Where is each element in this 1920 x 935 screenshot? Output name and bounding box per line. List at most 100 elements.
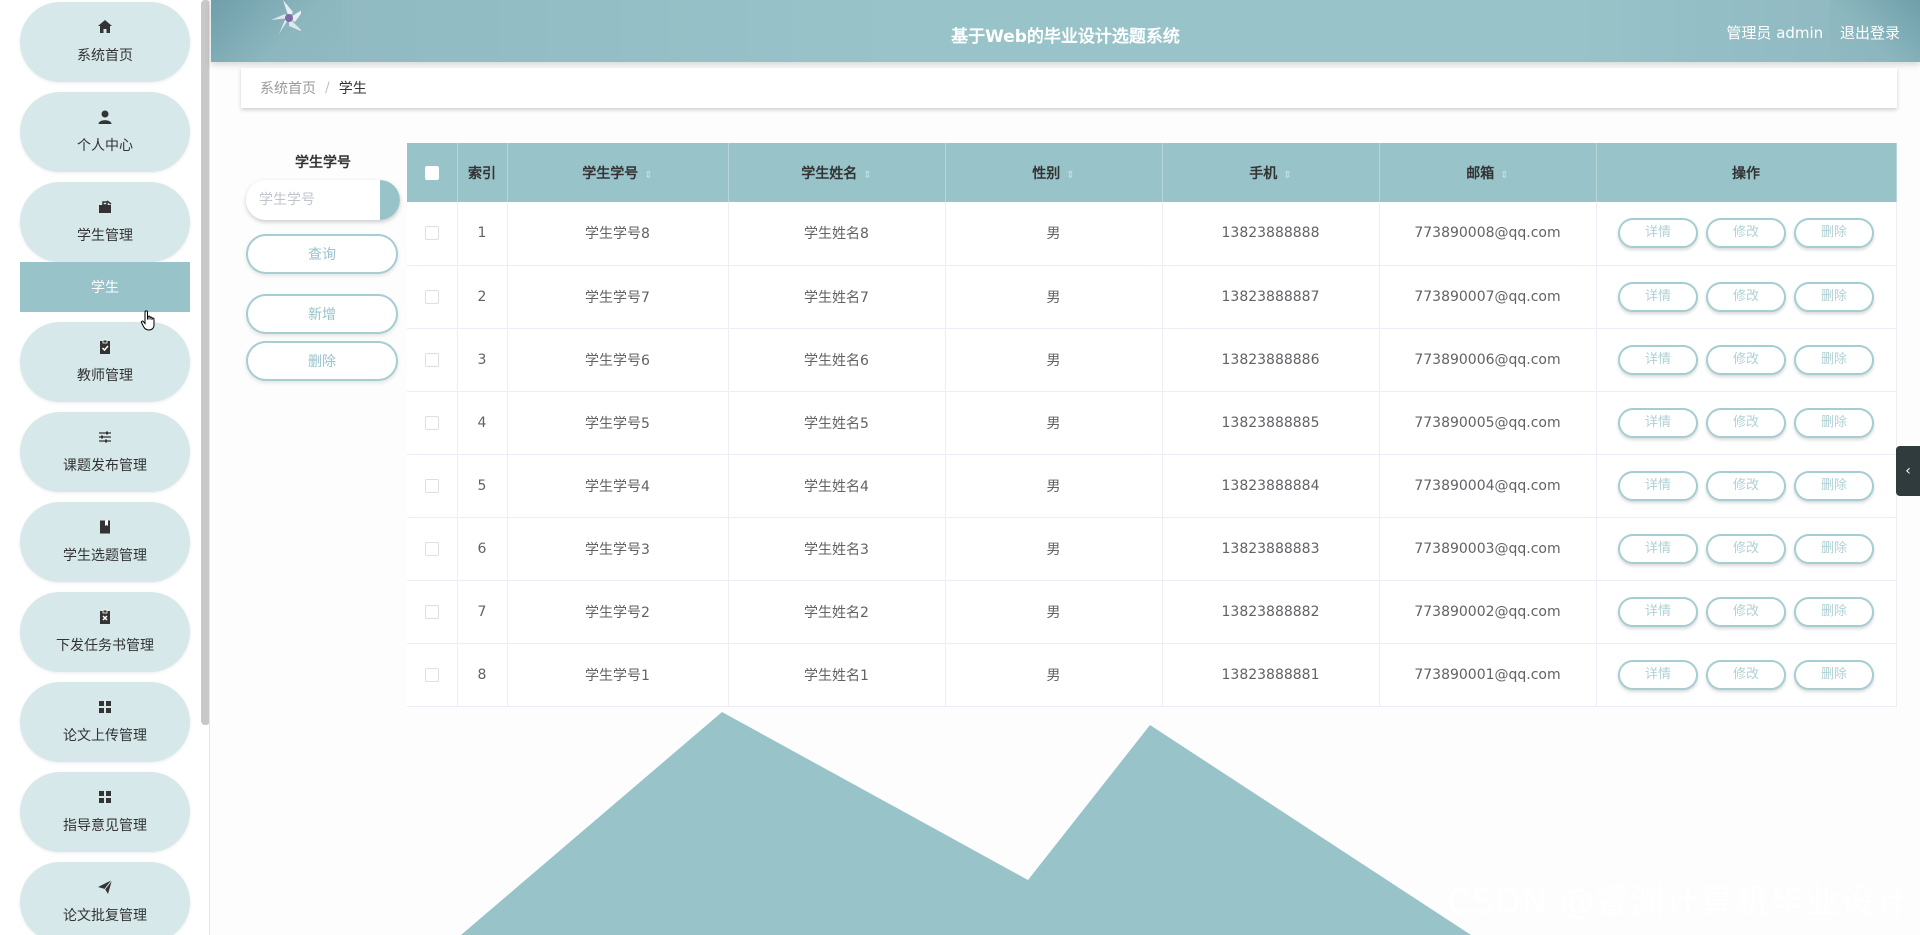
- table-row[interactable]: 8 学生学号1 学生姓名1 男 13823888881 773890001@qq.com 详…: [407, 643, 1897, 707]
- edit-button[interactable]: 修改: [1706, 281, 1786, 312]
- row-select-cell: [407, 328, 458, 392]
- detail-button[interactable]: 详情: [1618, 533, 1698, 564]
- sidebar-item-profile[interactable]: 个人中心: [20, 92, 190, 172]
- delete-button[interactable]: 删除: [1794, 659, 1874, 690]
- edit-button[interactable]: 修改: [1706, 533, 1786, 564]
- cell-student-no: 学生学号5: [507, 391, 729, 455]
- add-button[interactable]: 新增: [246, 294, 398, 334]
- table-row[interactable]: 3 学生学号6 学生姓名6 男 13823888886 773890006@qq.com 详…: [407, 328, 1897, 392]
- sidebar-item-student-management[interactable]: 学生管理: [20, 182, 190, 262]
- cell-actions: 详情 修改 删除: [1596, 454, 1897, 518]
- sort-icon[interactable]: ⇕: [1066, 170, 1074, 181]
- sort-icon[interactable]: ⇕: [1500, 170, 1508, 181]
- sort-icon[interactable]: ⇕: [1283, 170, 1291, 181]
- column-header-name[interactable]: 学生姓名 ⇕: [728, 143, 946, 202]
- delete-button[interactable]: 删除: [1794, 344, 1874, 375]
- sidebar-item-home[interactable]: 系统首页: [20, 2, 190, 82]
- sidebar-item-label: 下发任务书管理: [56, 638, 154, 654]
- cell-gender: 男: [945, 202, 1163, 266]
- row-checkbox[interactable]: [424, 415, 439, 430]
- delete-button[interactable]: 删除: [1794, 218, 1874, 249]
- sort-icon[interactable]: ⇕: [644, 170, 652, 181]
- search-input[interactable]: [246, 180, 380, 220]
- cell-index: 5: [457, 454, 508, 518]
- column-header-gender[interactable]: 性别 ⇕: [945, 143, 1163, 202]
- batch-delete-button[interactable]: 删除: [246, 341, 398, 381]
- query-button[interactable]: 查询: [246, 234, 398, 274]
- sort-icon[interactable]: ⇕: [863, 170, 871, 181]
- top-header: 基于Web的毕业设计选题系统 管理员 admin 退出登录: [211, 0, 1920, 62]
- column-header-email[interactable]: 邮箱 ⇕: [1379, 143, 1597, 202]
- breadcrumb: 系统首页 / 学生: [241, 68, 1897, 108]
- edit-button[interactable]: 修改: [1706, 218, 1786, 249]
- sidebar-scrollbar[interactable]: [201, 0, 209, 725]
- row-select-cell: [407, 517, 458, 581]
- sidebar-item-thesis-upload[interactable]: 论文上传管理: [20, 682, 190, 762]
- cell-phone: 13823888881: [1162, 643, 1380, 707]
- cell-gender: 男: [945, 328, 1163, 392]
- table-row[interactable]: 1 学生学号8 学生姓名8 男 13823888888 773890008@qq.com 详…: [407, 202, 1897, 266]
- edit-button[interactable]: 修改: [1706, 470, 1786, 501]
- cell-email: 773890004@qq.com: [1379, 454, 1597, 518]
- row-checkbox[interactable]: [424, 604, 439, 619]
- cell-email: 773890002@qq.com: [1379, 580, 1597, 644]
- collapse-toggle[interactable]: ‹: [1896, 446, 1920, 496]
- delete-button[interactable]: 删除: [1794, 407, 1874, 438]
- briefcase-icon: [99, 200, 112, 213]
- table-row[interactable]: 4 学生学号5 学生姓名5 男 13823888885 773890005@qq.com 详…: [407, 391, 1897, 455]
- detail-button[interactable]: 详情: [1618, 344, 1698, 375]
- breadcrumb-home[interactable]: 系统首页: [260, 78, 316, 98]
- detail-button[interactable]: 详情: [1618, 659, 1698, 690]
- cell-student-no: 学生学号7: [507, 265, 729, 329]
- delete-button[interactable]: 删除: [1794, 281, 1874, 312]
- cell-student-no: 学生学号8: [507, 202, 729, 266]
- delete-button[interactable]: 删除: [1794, 596, 1874, 627]
- sidebar-item-label: 学生管理: [77, 228, 133, 244]
- sidebar-item-thesis-reply[interactable]: 论文批复管理: [20, 862, 190, 935]
- row-checkbox[interactable]: [424, 478, 439, 493]
- edit-button[interactable]: 修改: [1706, 344, 1786, 375]
- detail-button[interactable]: 详情: [1618, 470, 1698, 501]
- row-checkbox[interactable]: [424, 541, 439, 556]
- sidebar-item-guidance[interactable]: 指导意见管理: [20, 772, 190, 852]
- column-header-student-no[interactable]: 学生学号 ⇕: [507, 143, 729, 202]
- delete-button[interactable]: 删除: [1794, 470, 1874, 501]
- cell-index: 1: [457, 202, 508, 266]
- cell-actions: 详情 修改 删除: [1596, 328, 1897, 392]
- sidebar-menu: 系统首页 个人中心 学生管理 学生 教师管理 课题发布管理 学生选题管理 下发任…: [20, 2, 190, 935]
- table-row[interactable]: 6 学生学号3 学生姓名3 男 13823888883 773890003@qq.com 详…: [407, 517, 1897, 581]
- row-checkbox[interactable]: [424, 289, 439, 304]
- sliders-icon: [99, 431, 111, 443]
- table-row[interactable]: 7 学生学号2 学生姓名2 男 13823888882 773890002@qq.com 详…: [407, 580, 1897, 644]
- table-row[interactable]: 2 学生学号7 学生姓名7 男 13823888887 773890007@qq.com 详…: [407, 265, 1897, 329]
- delete-button[interactable]: 删除: [1794, 533, 1874, 564]
- cell-index: 2: [457, 265, 508, 329]
- row-checkbox[interactable]: [424, 352, 439, 367]
- edit-button[interactable]: 修改: [1706, 659, 1786, 690]
- column-header-phone[interactable]: 手机 ⇕: [1162, 143, 1380, 202]
- edit-button[interactable]: 修改: [1706, 596, 1786, 627]
- sidebar-item-topic-selection[interactable]: 学生选题管理: [20, 502, 190, 582]
- clipboard-x-icon: [100, 609, 110, 624]
- clipboard-check-icon: [100, 339, 110, 354]
- sidebar-item-teacher-management[interactable]: 教师管理: [20, 322, 190, 402]
- select-all-checkbox[interactable]: [424, 165, 439, 180]
- sidebar-item-topic-release[interactable]: 课题发布管理: [20, 412, 190, 492]
- row-select-cell: [407, 391, 458, 455]
- sidebar-subitem-student[interactable]: 学生: [20, 262, 190, 312]
- cell-email: 773890008@qq.com: [1379, 202, 1597, 266]
- sidebar-item-task-book[interactable]: 下发任务书管理: [20, 592, 190, 672]
- row-checkbox[interactable]: [424, 667, 439, 682]
- cell-index: 3: [457, 328, 508, 392]
- detail-button[interactable]: 详情: [1618, 596, 1698, 627]
- logout-link[interactable]: 退出登录: [1840, 24, 1900, 42]
- cell-name: 学生姓名2: [728, 580, 946, 644]
- cell-name: 学生姓名8: [728, 202, 946, 266]
- detail-button[interactable]: 详情: [1618, 281, 1698, 312]
- table-row[interactable]: 5 学生学号4 学生姓名4 男 13823888884 773890004@qq.com 详…: [407, 454, 1897, 518]
- column-header-actions: 操作: [1596, 143, 1897, 202]
- row-checkbox[interactable]: [424, 226, 439, 241]
- detail-button[interactable]: 详情: [1618, 218, 1698, 249]
- edit-button[interactable]: 修改: [1706, 407, 1786, 438]
- detail-button[interactable]: 详情: [1618, 407, 1698, 438]
